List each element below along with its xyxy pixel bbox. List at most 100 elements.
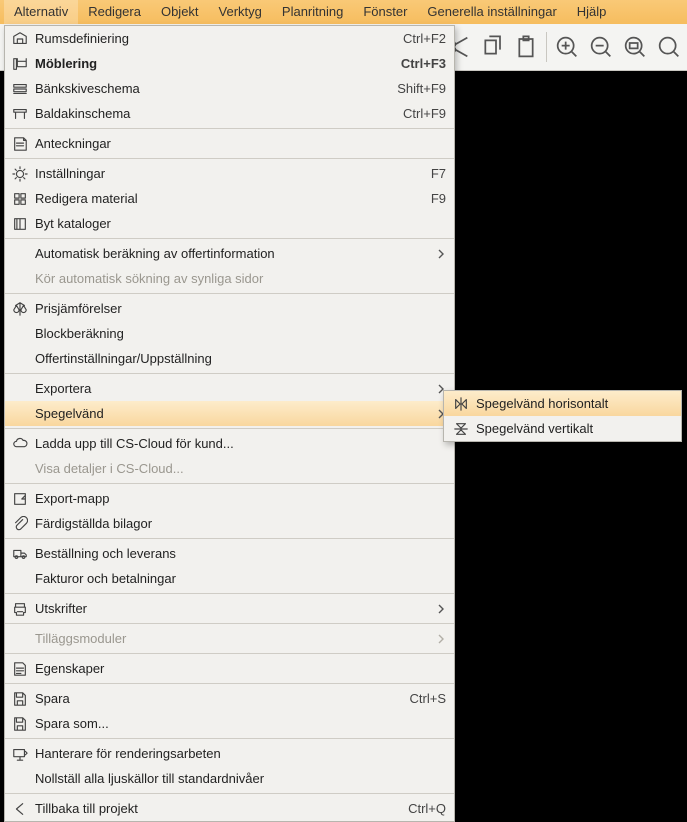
menu-item-label: Inställningar [35,166,411,181]
menu-item-best-llning-och-leverans[interactable]: Beställning och leverans [5,541,454,566]
attach-icon [11,515,29,533]
menu-item-redigera-material[interactable]: Redigera materialF9 [5,186,454,211]
menu-separator [5,483,454,484]
menu-item-f-rdigst-llda-bilagor[interactable]: Färdigställda bilagor [5,511,454,536]
mirror-v-icon [452,420,470,438]
menu-verktyg[interactable]: Verktyg [209,0,272,24]
menu-item-spegelv-nd-vertikalt[interactable]: Spegelvänd vertikalt [444,416,681,441]
menu-item-shortcut: Ctrl+S [390,691,446,706]
menu-item-exportera[interactable]: Exportera [5,376,454,401]
menu-item-m-blering[interactable]: MöbleringCtrl+F3 [5,51,454,76]
menu-separator [5,373,454,374]
menu-separator [5,293,454,294]
menu-item-rumsdefiniering[interactable]: RumsdefinieringCtrl+F2 [5,26,454,51]
back-icon [11,800,29,818]
menu-item-label: Rumsdefiniering [35,31,383,46]
menu-item-shortcut: Ctrl+Q [388,801,446,816]
menu-item-label: Nollställ alla ljuskällor till standardn… [35,771,446,786]
zoom-in-icon[interactable] [553,33,581,61]
menu-hjalp[interactable]: Hjälp [567,0,617,24]
menu-item-shortcut: Ctrl+F3 [381,56,446,71]
menu-item-offertinst-llningar-uppst-llning[interactable]: Offertinställningar/Uppställning [5,346,454,371]
menu-item-label: Redigera material [35,191,411,206]
menu-item-label: Bänkskiveschema [35,81,377,96]
furniture-icon [11,55,29,73]
menu-item-label: Exportera [35,381,428,396]
menu-item-spara[interactable]: SparaCtrl+S [5,686,454,711]
menu-item-egenskaper[interactable]: Egenskaper [5,656,454,681]
menu-separator [5,623,454,624]
properties-icon [11,660,29,678]
menu-separator [5,238,454,239]
menu-separator [5,683,454,684]
menu-item-hanterare-f-r-renderingsarbeten[interactable]: Hanterare för renderingsarbeten [5,741,454,766]
menu-generella[interactable]: Generella inställningar [417,0,566,24]
zoom-fit-icon[interactable] [621,33,649,61]
saveas-icon [11,715,29,733]
menu-separator [5,128,454,129]
menu-separator [5,593,454,594]
menu-item-label: Möblering [35,56,381,71]
chevron-right-icon [436,634,446,644]
menu-item-tillbaka-till-projekt[interactable]: Tillbaka till projektCtrl+Q [5,796,454,821]
menu-item-automatisk-ber-kning-av-offertinformation[interactable]: Automatisk beräkning av offertinformatio… [5,241,454,266]
menu-item-inst-llningar[interactable]: InställningarF7 [5,161,454,186]
menu-separator [5,653,454,654]
menu-planritning[interactable]: Planritning [272,0,353,24]
menu-item-utskrifter[interactable]: Utskrifter [5,596,454,621]
menu-item-prisj-mf-relser[interactable]: Prisjämförelser [5,296,454,321]
menu-item-blockber-kning[interactable]: Blockberäkning [5,321,454,346]
menu-item-label: Hanterare för renderingsarbeten [35,746,446,761]
export-icon [11,490,29,508]
material-icon [11,190,29,208]
menu-item-k-r-automatisk-s-kning-av-synliga-sidor: Kör automatisk sökning av synliga sidor [5,266,454,291]
menu-item-label: Spegelvänd vertikalt [476,421,673,436]
copy-icon[interactable] [478,33,506,61]
menu-item-label: Spara [35,691,390,706]
menu-item-label: Spegelvänd horisontalt [476,396,673,411]
menubar: Alternativ Redigera Objekt Verktyg Planr… [0,0,687,25]
menu-item-b-nkskiveschema[interactable]: BänkskiveschemaShift+F9 [5,76,454,101]
room-icon [11,30,29,48]
menu-item-label: Tillbaka till projekt [35,801,388,816]
menu-item-label: Offertinställningar/Uppställning [35,351,446,366]
menu-item-label: Blockberäkning [35,326,446,341]
menu-item-spegelv-nd[interactable]: Spegelvänd [5,401,454,426]
paste-icon[interactable] [512,33,540,61]
menu-item-baldakinschema[interactable]: BaldakinschemaCtrl+F9 [5,101,454,126]
zoom-region-icon[interactable] [655,33,683,61]
print-icon [11,600,29,618]
menu-item-label: Spegelvänd [35,406,428,421]
menu-separator [5,793,454,794]
zoom-out-icon[interactable] [587,33,615,61]
menu-item-shortcut: F9 [411,191,446,206]
menu-item-label: Export-mapp [35,491,446,506]
canopy-icon [11,105,29,123]
menu-alternativ[interactable]: Alternativ [4,0,78,24]
menu-objekt[interactable]: Objekt [151,0,209,24]
menu-separator [5,428,454,429]
catalogue-icon [11,215,29,233]
menu-item-spegelv-nd-horisontalt[interactable]: Spegelvänd horisontalt [444,391,681,416]
menu-item-spara-som[interactable]: Spara som... [5,711,454,736]
save-icon [11,690,29,708]
menu-item-fakturor-och-betalningar[interactable]: Fakturor och betalningar [5,566,454,591]
menu-item-label: Baldakinschema [35,106,383,121]
menu-item-nollst-ll-alla-ljusk-llor-till-standardniv-er[interactable]: Nollställ alla ljuskällor till standardn… [5,766,454,791]
menu-item-label: Ladda upp till CS-Cloud för kund... [35,436,446,451]
menu-item-byt-kataloger[interactable]: Byt kataloger [5,211,454,236]
menu-separator [5,738,454,739]
menu-item-label: Anteckningar [35,136,446,151]
cloud-icon [11,435,29,453]
menu-redigera[interactable]: Redigera [78,0,151,24]
worktop-icon [11,80,29,98]
spegelvand-submenu: Spegelvänd horisontalt Spegelvänd vertika… [443,390,682,442]
menu-item-ladda-upp-till-cs-cloud-f-r-kund[interactable]: Ladda upp till CS-Cloud för kund... [5,431,454,456]
mirror-h-icon [452,395,470,413]
menu-item-shortcut: F7 [411,166,446,181]
menu-item-shortcut: Ctrl+F9 [383,106,446,121]
menu-item-export-mapp[interactable]: Export-mapp [5,486,454,511]
menu-item-anteckningar[interactable]: Anteckningar [5,131,454,156]
menu-item-label: Byt kataloger [35,216,446,231]
menu-fonster[interactable]: Fönster [353,0,417,24]
